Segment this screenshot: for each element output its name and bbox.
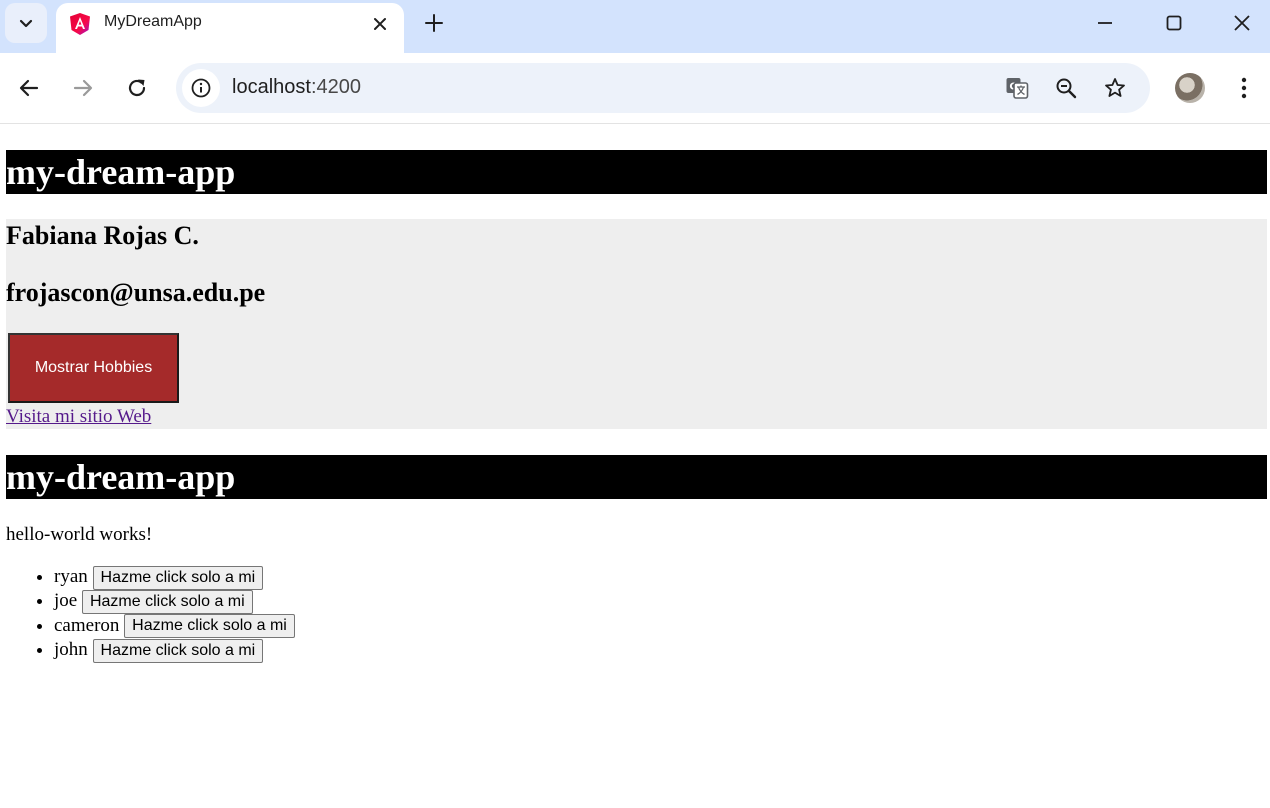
window-close-icon[interactable] bbox=[1230, 11, 1254, 35]
plus-icon[interactable] bbox=[422, 11, 446, 35]
person-name: cameron bbox=[54, 614, 120, 636]
app-title: my-dream-app bbox=[6, 457, 236, 497]
arrow-left-icon[interactable] bbox=[16, 75, 42, 101]
url-text: localhost:4200 bbox=[232, 76, 361, 98]
star-icon[interactable] bbox=[1103, 76, 1127, 100]
arrow-right-icon[interactable] bbox=[70, 75, 96, 101]
show-hobbies-button[interactable]: Mostrar Hobbies bbox=[8, 333, 179, 403]
website-link[interactable]: Visita mi sitio Web bbox=[6, 406, 151, 428]
tab-title: MyDreamApp bbox=[104, 13, 202, 30]
translate-icon[interactable]: G bbox=[1005, 76, 1029, 100]
app-header-1: my-dream-app bbox=[6, 150, 1267, 194]
info-icon bbox=[191, 78, 211, 98]
list-item: john Hazme click solo a mi bbox=[54, 638, 295, 663]
app-header-2: my-dream-app bbox=[6, 455, 1267, 499]
person-name: ryan bbox=[54, 566, 88, 587]
click-me-button[interactable]: Hazme click solo a mi bbox=[92, 638, 264, 663]
list-item: cameron Hazme click solo a mi bbox=[54, 614, 295, 639]
profile-name: Fabiana Rojas C. bbox=[6, 221, 199, 250]
reload-icon[interactable] bbox=[124, 75, 150, 101]
maximize-icon[interactable] bbox=[1162, 11, 1186, 35]
close-icon[interactable] bbox=[370, 14, 390, 34]
click-me-button[interactable]: Hazme click solo a mi bbox=[92, 565, 264, 590]
person-name: joe bbox=[54, 590, 78, 612]
address-bar[interactable]: localhost:4200 G bbox=[176, 63, 1150, 113]
person-name: john bbox=[54, 638, 88, 660]
tab-strip: MyDreamApp bbox=[0, 0, 1270, 53]
click-me-button[interactable]: Hazme click solo a mi bbox=[81, 589, 253, 614]
chevron-down-icon bbox=[19, 19, 33, 28]
list-item: joe Hazme click solo a mi bbox=[54, 589, 295, 614]
minimize-icon[interactable] bbox=[1093, 11, 1117, 35]
angular-logo-icon bbox=[70, 13, 90, 35]
tab-search-button[interactable] bbox=[5, 3, 47, 43]
profile-email: frojascon@unsa.edu.pe bbox=[6, 278, 266, 307]
page-content: my-dream-app Fabiana Rojas C. frojascon@… bbox=[0, 124, 1270, 808]
kebab-menu-icon[interactable] bbox=[1232, 75, 1256, 101]
app-title: my-dream-app bbox=[6, 152, 236, 192]
active-tab[interactable]: MyDreamApp bbox=[56, 3, 404, 53]
click-me-button[interactable]: Hazme click solo a mi bbox=[124, 614, 295, 639]
profile-card: Fabiana Rojas C. frojascon@unsa.edu.pe M… bbox=[6, 219, 1267, 429]
profile-avatar[interactable] bbox=[1175, 73, 1205, 103]
hello-world-text: hello-world works! bbox=[6, 524, 153, 545]
people-list: ryan Hazme click solo a mi joe Hazme cli… bbox=[6, 565, 295, 663]
site-info-button[interactable] bbox=[182, 69, 220, 107]
browser-toolbar: localhost:4200 G bbox=[0, 53, 1270, 124]
list-item: ryan Hazme click solo a mi bbox=[54, 565, 295, 590]
zoom-out-icon[interactable] bbox=[1054, 76, 1078, 100]
